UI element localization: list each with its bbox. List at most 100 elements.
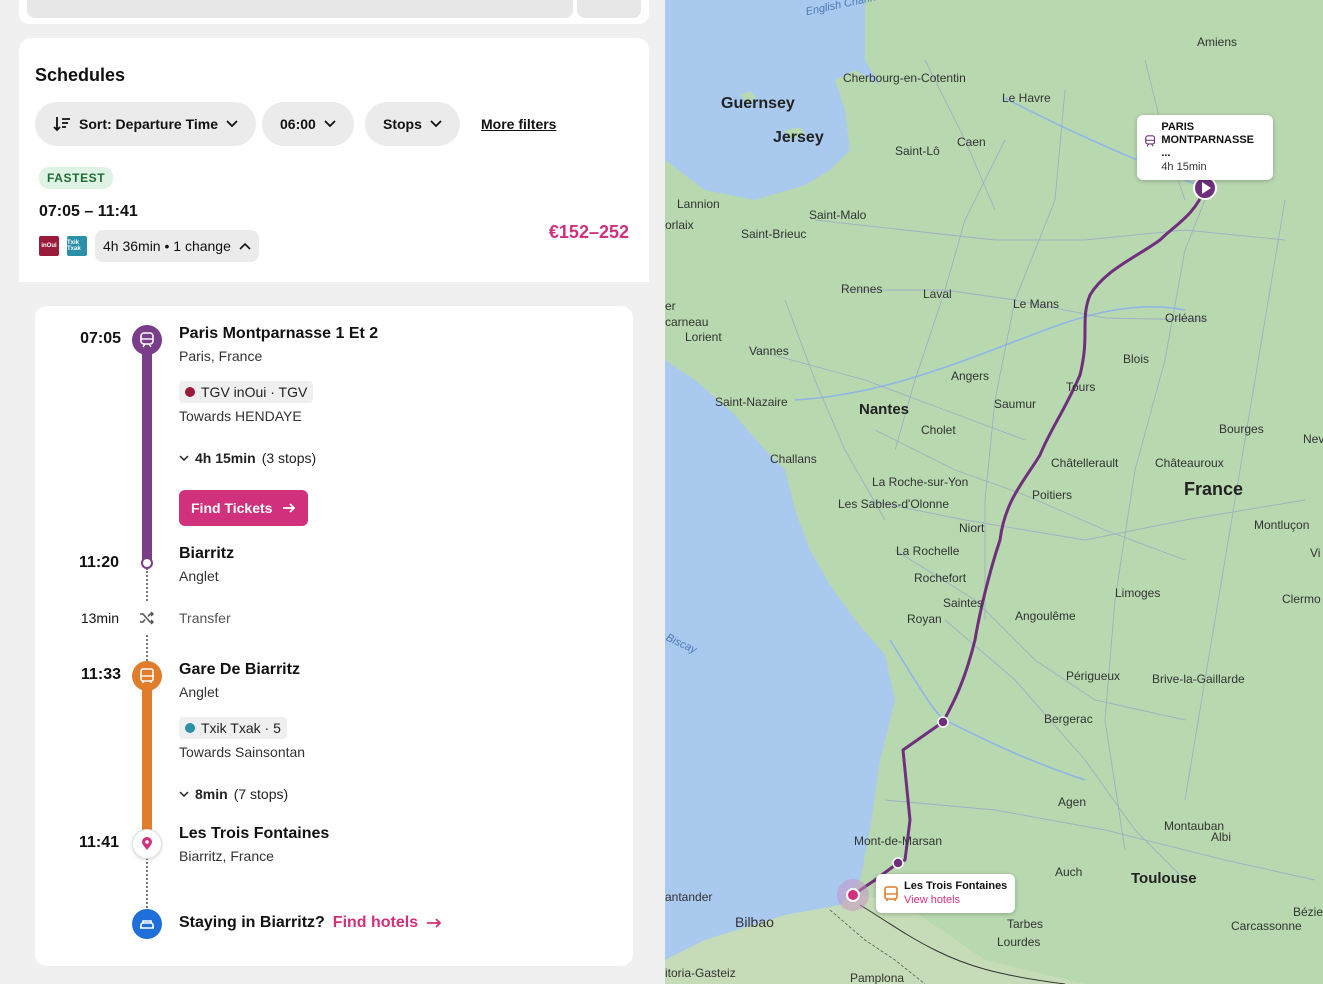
guernsey-label: Guernsey	[721, 95, 795, 112]
city-lannion: Lannion	[677, 197, 720, 211]
find-hotels-link[interactable]: Find hotels	[333, 914, 442, 932]
leg1-service-label: TGV inOui · TGV	[201, 384, 308, 400]
date-field[interactable]	[27, 0, 573, 18]
leg1-line	[142, 354, 152, 562]
stops-filter-label: Stops	[383, 116, 422, 132]
leg2-direction: Towards Sainsontan	[179, 744, 306, 760]
city-rennes: Rennes	[841, 282, 883, 296]
leg1-stops-toggle[interactable]: 4h 15min (3 stops)	[179, 450, 316, 466]
city-caen: Caen	[957, 135, 986, 149]
city-bilbao: Bilbao	[735, 914, 774, 930]
leg2-service: Txik Txak · 5	[179, 717, 287, 739]
city-pamplona: Pamplona	[850, 971, 905, 984]
left-panel: Schedules Sort: Departure Time 06:00 Sto…	[0, 0, 665, 984]
price-range: €152–252	[548, 222, 629, 242]
destination-tooltip-title: Les Trois Fontaines	[904, 880, 1008, 892]
leg1-direction: Towards HENDAYE	[179, 408, 302, 424]
city-mont-de-marsan: Mont-de-Marsan	[854, 834, 943, 848]
bus-icon	[884, 886, 898, 901]
destination-tooltip[interactable]: Les Trois Fontaines View hotels	[876, 874, 1016, 913]
city-saint-lo: Saint-Lô	[895, 144, 940, 158]
city-tours: Tours	[1066, 380, 1096, 394]
location-pin-icon	[142, 837, 152, 850]
bus-icon	[140, 668, 154, 683]
city-laval: Laval	[923, 287, 952, 301]
city-morlaix: orlaix	[665, 218, 694, 232]
chevron-down-icon	[179, 790, 189, 797]
journey-times: 07:05 – 11:41	[39, 203, 138, 220]
search-summary-card	[19, 0, 649, 24]
city-bourges: Bourges	[1219, 422, 1264, 436]
stop-bordeaux-marker	[937, 716, 949, 728]
sort-button[interactable]: Sort: Departure Time	[35, 102, 256, 146]
more-filters-link[interactable]: More filters	[481, 116, 556, 132]
leg2-dep-time: 11:33	[80, 666, 121, 683]
city-vannes: Vannes	[749, 344, 789, 358]
origin-tooltip-duration: 4h 15min	[1161, 161, 1207, 173]
city-limoges: Limoges	[1115, 586, 1161, 600]
stops-filter-button[interactable]: Stops	[365, 102, 460, 146]
duration-label: 4h 36min • 1 change	[103, 238, 231, 254]
city-vitoria-gasteiz: itoria-Gasteiz	[665, 966, 736, 980]
city-perigueux: Périgueux	[1066, 669, 1121, 683]
sort-icon	[53, 117, 70, 132]
leg2-station: Gare De Biarritz	[179, 661, 300, 678]
transfer-node	[132, 603, 162, 633]
city-nevers: Nevers	[1303, 432, 1323, 446]
origin-tooltip[interactable]: PARIS MONTPARNASSE ... 4h 15min	[1137, 115, 1273, 180]
inoui-mini-icon	[185, 387, 195, 397]
city-cherbourg: Cherbourg-en-Cotentin	[843, 71, 966, 85]
leg1-service: TGV inOui · TGV	[179, 381, 314, 403]
city-saint-nazaire: Saint-Nazaire	[715, 395, 788, 409]
transfer-duration: 13min	[80, 610, 119, 626]
destination-node	[132, 829, 162, 859]
duration-toggle[interactable]: 4h 36min • 1 change	[95, 230, 259, 262]
time-filter-button[interactable]: 06:00	[262, 102, 354, 146]
fastest-badge: FASTEST	[39, 167, 114, 189]
leg1-arr-station: Biarritz	[179, 545, 235, 562]
leg2-stops-toggle[interactable]: 8min (7 stops)	[179, 786, 288, 802]
view-hotels-link[interactable]: View hotels	[904, 893, 1007, 907]
jersey-label: Jersey	[773, 129, 824, 146]
leg2-stops: (7 stops)	[233, 786, 289, 802]
leg1-duration: 4h 15min	[195, 450, 256, 466]
stay-prompt: Staying in Biarritz? Find hotels	[179, 914, 442, 932]
city-albi: Albi	[1211, 830, 1232, 844]
city-saintes: Saintes	[943, 596, 984, 610]
city-lorient: Lorient	[685, 330, 722, 344]
train-node	[132, 325, 162, 355]
city-tarbes: Tarbes	[1007, 917, 1044, 931]
city-blois: Blois	[1123, 352, 1150, 366]
city-chateauroux: Châteauroux	[1155, 456, 1224, 470]
city-challans: Challans	[770, 452, 817, 466]
time-filter-label: 06:00	[280, 116, 316, 132]
origin-tooltip-title: PARIS MONTPARNASSE ...	[1161, 121, 1255, 159]
stay-dotted-line	[146, 858, 148, 908]
city-angouleme: Angoulême	[1015, 609, 1076, 623]
city-nantes: Nantes	[859, 401, 910, 418]
city-saint-malo: Saint-Malo	[809, 208, 867, 222]
city-angers: Angers	[951, 369, 990, 383]
shuffle-icon	[140, 611, 155, 625]
city-toulouse: Toulouse	[1131, 870, 1197, 887]
chevron-down-icon	[226, 120, 238, 128]
route-map[interactable]: English Channel Biscay Guernsey Jersey F…	[665, 0, 1323, 984]
chevron-down-icon	[179, 454, 189, 461]
passenger-field[interactable]	[577, 0, 641, 18]
arrival-stop-node	[141, 557, 153, 569]
city-la-rochelle: La Rochelle	[896, 544, 960, 558]
leg1-arr-city: Anglet	[179, 568, 219, 584]
leg1-stops: (3 stops)	[261, 450, 317, 466]
find-tickets-button[interactable]: Find Tickets	[179, 490, 309, 526]
city-carcassonne: Carcassonne	[1231, 919, 1302, 933]
city-bergerac: Bergerac	[1044, 712, 1093, 726]
leg1-station: Paris Montparnasse 1 Et 2	[179, 325, 379, 342]
city-agen: Agen	[1058, 795, 1087, 809]
leg2-city: Anglet	[179, 684, 219, 700]
chevron-up-icon	[239, 242, 251, 250]
leg2-arr-time: 11:41	[78, 834, 119, 851]
city-saumur: Saumur	[994, 397, 1037, 411]
bed-icon	[140, 920, 154, 929]
city-rochefort: Rochefort	[914, 571, 967, 585]
city-royan: Royan	[907, 612, 942, 626]
